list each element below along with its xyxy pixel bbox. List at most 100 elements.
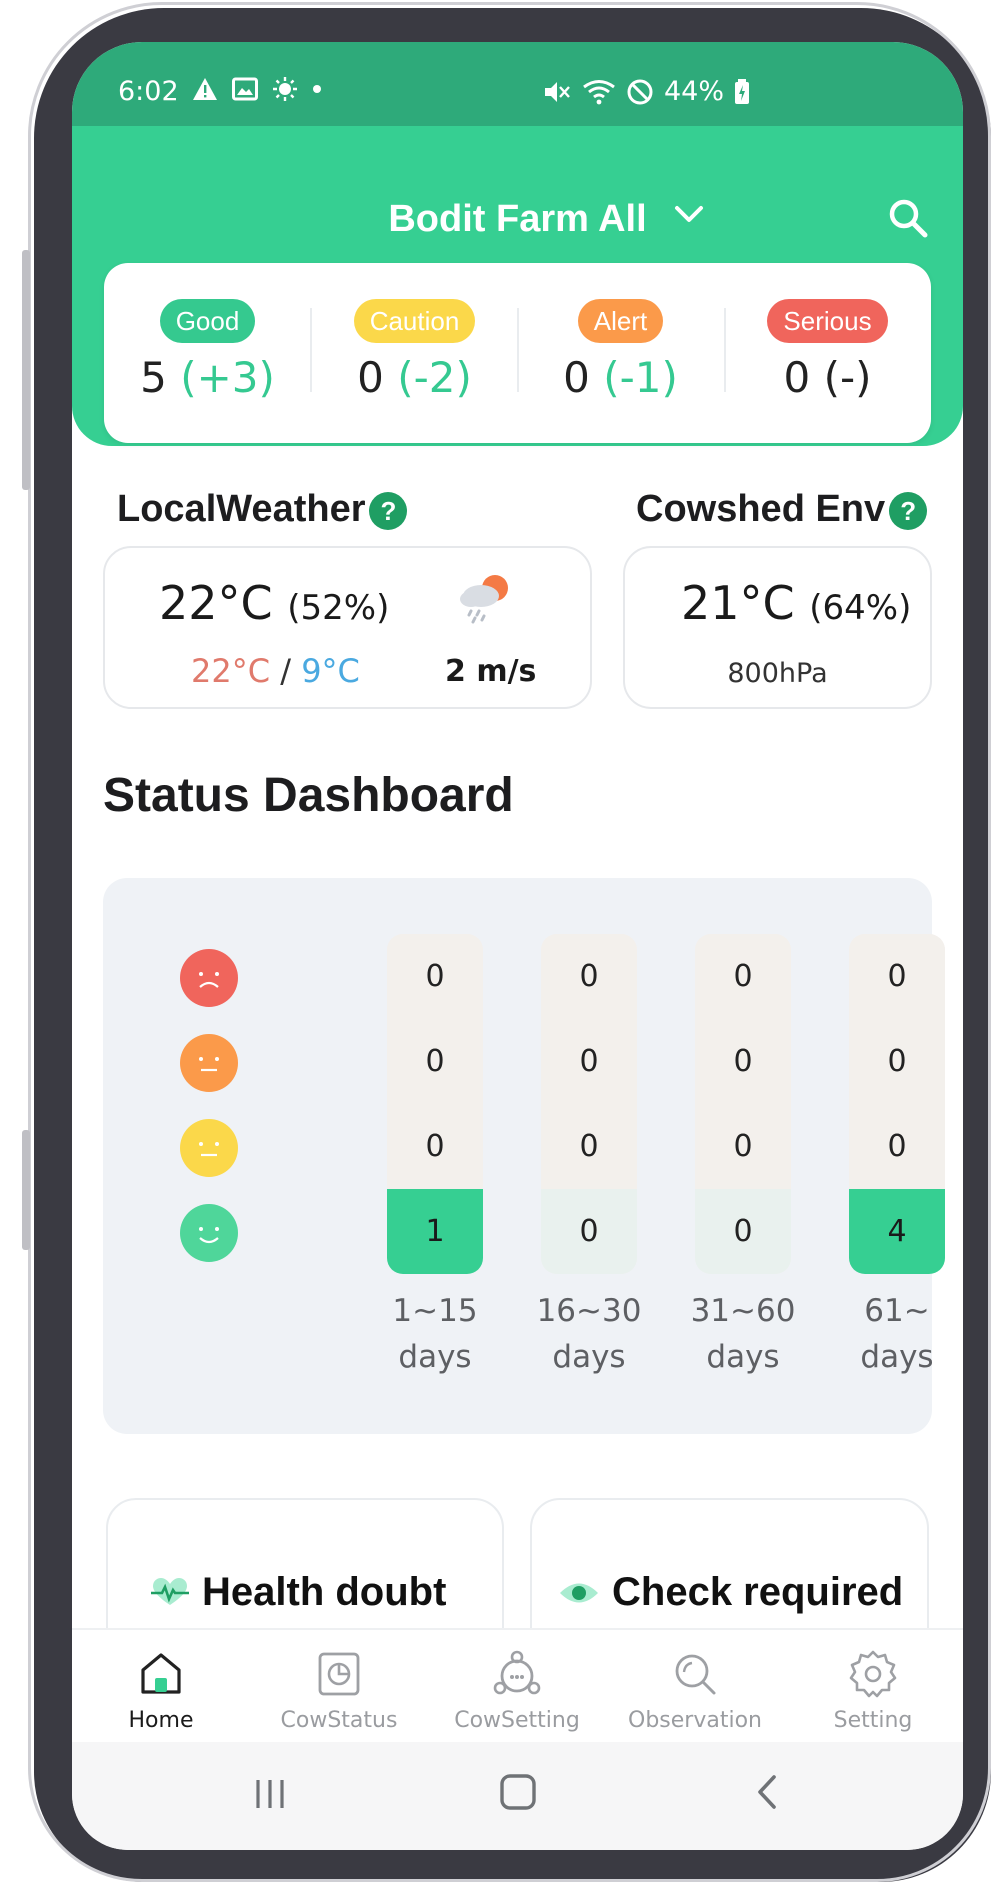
unit-label: days (860, 1339, 934, 1375)
alert-count-cell: 0 (387, 1019, 483, 1104)
home-button-icon[interactable] (498, 1772, 538, 1812)
alert-count: 0 (-1) (517, 353, 724, 402)
side-button (22, 250, 30, 490)
summary-serious[interactable]: Serious 0 (-) (724, 263, 931, 443)
days-column-label: 1~15 days (365, 1288, 505, 1380)
alert-count-cell: 0 (849, 1019, 945, 1104)
serious-delta: (-) (823, 353, 872, 402)
serious-face-icon (180, 949, 238, 1007)
wifi-icon (583, 79, 615, 104)
status-time: 6:02 (118, 76, 179, 107)
alert-count-cell: 0 (541, 1019, 637, 1104)
back-icon[interactable] (752, 1772, 782, 1812)
nav-cowsetting-label: CowSetting (454, 1708, 580, 1733)
nav-cowstatus-label: CowStatus (280, 1708, 398, 1733)
nav-setting-label: Setting (833, 1708, 913, 1733)
farm-selector-title[interactable]: Bodit Farm All (72, 198, 963, 241)
good-count-cell: 0 (695, 1189, 791, 1274)
rain-sun-icon (460, 575, 508, 624)
search-icon[interactable] (886, 196, 930, 240)
chevron-down-icon[interactable] (672, 202, 706, 226)
local-high-low: 22°C / 9°C (191, 652, 360, 690)
cow-setting-icon (493, 1650, 541, 1695)
serious-value: 0 (783, 353, 811, 402)
range-label: 31~60 (690, 1293, 796, 1329)
local-low: 9°C (301, 652, 360, 690)
help-icon[interactable]: ? (369, 491, 408, 530)
alert-count-cell: 0 (695, 1019, 791, 1104)
status-bar: 6:02 44% (72, 42, 963, 126)
good-count-cell: 4 (849, 1189, 945, 1274)
days-column-label: 16~30 days (519, 1288, 659, 1380)
nav-cowsetting[interactable]: CowSetting (428, 1630, 606, 1744)
alert-delta: (-1) (603, 353, 678, 402)
recent-apps-icon[interactable] (252, 1774, 288, 1814)
home-icon (141, 1653, 181, 1694)
health-doubt-heading: Health doubt (150, 1570, 446, 1615)
caution-badge: Caution (353, 299, 476, 343)
nav-home[interactable]: Home (72, 1630, 250, 1744)
cowshed-humidity: (64%) (809, 588, 912, 628)
status-dashboard-panel: 0 0 0 1 1~15 days 0 0 0 0 16~30 days 0 0… (103, 878, 945, 1434)
local-weather-card[interactable]: 22°C (52%) 22°C / 9°C 2 m/s (103, 546, 592, 709)
good-delta: (+3) (180, 353, 275, 402)
serious-count: 0 (-) (724, 353, 931, 402)
serious-count-cell: 0 (849, 934, 945, 1019)
bottom-nav: Home CowStatus CowSetting Observation Se… (72, 1628, 963, 1742)
cowshed-env-heading: Cowshed Env? (636, 488, 928, 531)
side-button (22, 1130, 30, 1250)
eye-icon (560, 1583, 598, 1602)
days-column-16-30[interactable]: 0 0 0 0 (541, 934, 637, 1274)
days-column-1-15[interactable]: 0 0 0 1 (387, 934, 483, 1274)
nav-observation-label: Observation (628, 1708, 762, 1733)
caution-count-cell: 0 (387, 1104, 483, 1189)
good-count-cell: 0 (541, 1189, 637, 1274)
alert-badge: Alert (577, 299, 664, 343)
do-not-disturb-icon (627, 79, 653, 104)
nav-home-label: Home (128, 1708, 194, 1733)
days-column-31-60[interactable]: 0 0 0 0 (695, 934, 791, 1274)
local-weather-heading: LocalWeather? (117, 488, 408, 531)
cowshed-env-title: Cowshed Env (636, 488, 886, 530)
range-label: 1~15 (392, 1293, 478, 1329)
check-required-label: Check required (612, 1570, 904, 1614)
caution-count-cell: 0 (849, 1104, 945, 1189)
unit-label: days (706, 1339, 780, 1375)
unit-label: days (552, 1339, 626, 1375)
caution-face-icon (180, 1119, 238, 1177)
good-value: 5 (140, 353, 167, 402)
local-temp-value: 22°C (159, 576, 273, 630)
health-doubt-label: Health doubt (202, 1570, 447, 1614)
system-status-icons: 44% (542, 76, 750, 107)
heart-pulse-icon (151, 1577, 189, 1605)
alert-value: 0 (563, 353, 590, 402)
help-icon[interactable]: ? (889, 491, 928, 530)
summary-alert[interactable]: Alert 0 (-1) (517, 263, 724, 443)
summary-caution[interactable]: Caution 0 (-2) (311, 263, 518, 443)
summary-good[interactable]: Good 5 (+3) (104, 263, 311, 443)
serious-count-cell: 0 (695, 934, 791, 1019)
battery-percent: 44% (664, 76, 725, 107)
image-icon (232, 77, 258, 101)
high-low-separator: / (280, 652, 292, 690)
caution-delta: (-2) (397, 353, 472, 402)
nav-cowstatus[interactable]: CowStatus (250, 1630, 428, 1744)
warning-icon (193, 78, 217, 100)
nav-setting[interactable]: Setting (784, 1630, 962, 1744)
days-column-61-plus[interactable]: 0 0 0 4 (849, 934, 945, 1274)
wind-speed: 2 m/s (445, 654, 537, 689)
local-weather-title: LocalWeather (117, 488, 366, 530)
serious-count-cell: 0 (541, 934, 637, 1019)
good-count: 5 (+3) (104, 353, 311, 402)
good-count-cell: 1 (387, 1189, 483, 1274)
local-high: 22°C (191, 652, 271, 690)
cowshed-pressure: 800hPa (727, 658, 828, 689)
nav-observation[interactable]: Observation (606, 1630, 784, 1744)
cowshed-temp-value: 21°C (681, 576, 795, 630)
status-summary-card: Good 5 (+3) Caution 0 (-2) Alert 0 (-1) … (104, 263, 931, 443)
mute-vibrate-icon (545, 81, 570, 102)
local-humidity: (52%) (287, 588, 390, 628)
observation-icon (675, 1654, 716, 1695)
cowshed-env-card[interactable]: 21°C (64%) 800hPa (623, 546, 932, 709)
unit-label: days (398, 1339, 472, 1375)
